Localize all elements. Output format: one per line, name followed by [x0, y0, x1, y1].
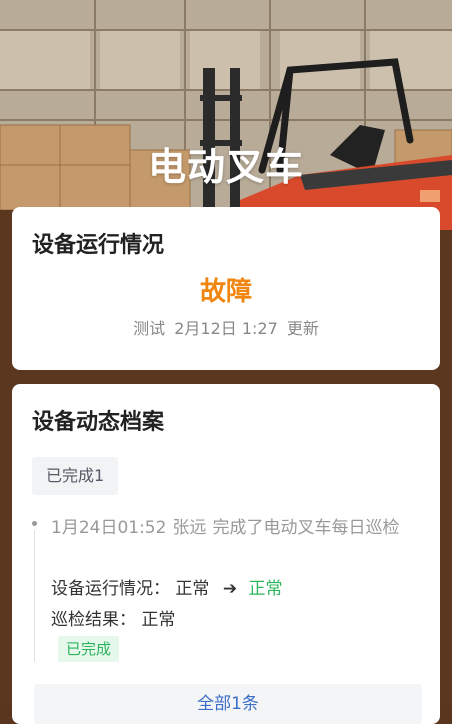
- run-status-label: 设备运行情况：: [51, 579, 170, 599]
- timeline-item[interactable]: 1月24日01:52 张远 完成了电动叉车每日巡检 设备运行情况： 正常 ➔ 正常 …: [32, 516, 424, 668]
- result-label: 巡检结果：: [51, 610, 136, 630]
- status-card-title: 设备运行情况: [32, 233, 165, 258]
- record-user: 张远: [172, 518, 207, 538]
- result-value: 正常: [141, 610, 176, 630]
- status-update-info: 测试 2月12日 1:27 更新: [12, 315, 440, 339]
- status-value: 故障: [199, 277, 252, 307]
- run-status-row: 设备运行情况： 正常 ➔ 正常: [51, 574, 282, 599]
- run-status-from: 正常: [175, 579, 210, 599]
- timeline-dot: [32, 521, 37, 526]
- timeline-line: [34, 530, 35, 662]
- inspection-result-row: 巡检结果： 正常: [51, 605, 175, 630]
- arrow-right-icon: ➔: [222, 579, 238, 599]
- completed-badge: 已完成: [58, 636, 120, 662]
- updated-at: 2月12日 1:27: [174, 319, 278, 338]
- updated-suffix: 更新: [286, 319, 319, 338]
- device-status-card: 设备运行情况 故障 测试 2月12日 1:27 更新: [12, 207, 440, 370]
- run-status-to: 正常: [248, 579, 283, 599]
- view-all-button[interactable]: 全部1条: [34, 684, 422, 724]
- tab-completed[interactable]: 已完成1: [32, 457, 119, 495]
- page-title: 电动叉车: [147, 145, 304, 189]
- record-action: 完成了电动叉车每日巡检: [212, 518, 400, 538]
- timeline-heading: 1月24日01:52 张远 完成了电动叉车每日巡检: [51, 516, 423, 541]
- device-archive-card: 设备动态档案 已完成1 1月24日01:52 张远 完成了电动叉车每日巡检 设备运行…: [12, 384, 440, 724]
- updated-by: 测试: [133, 319, 166, 338]
- archive-card-title: 设备动态档案: [32, 410, 165, 435]
- record-time: 1月24日01:52: [51, 518, 167, 538]
